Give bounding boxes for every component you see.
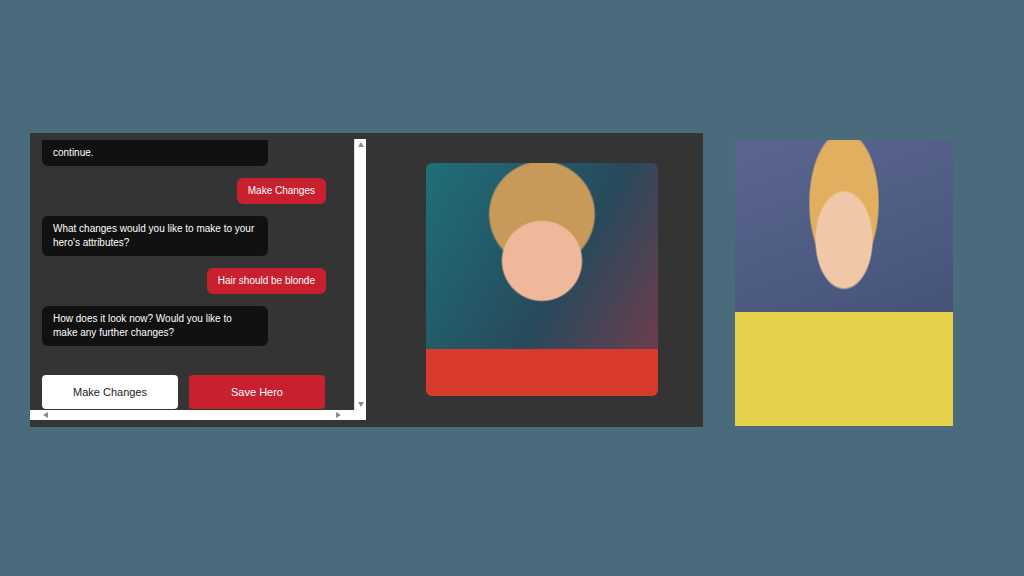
- bot-message: How does it look now? Would you like to …: [42, 306, 268, 346]
- bot-message: continue.: [42, 140, 268, 166]
- chat-log: continue. Make Changes What changes would …: [30, 139, 354, 410]
- horizontal-scrollbar[interactable]: [30, 410, 354, 420]
- chat-box: continue. Make Changes What changes would …: [30, 139, 366, 420]
- user-message: Hair should be blonde: [207, 268, 326, 294]
- make-changes-button[interactable]: Make Changes: [42, 375, 178, 409]
- action-buttons: Make Changes Save Hero: [42, 375, 326, 409]
- vertical-scrollbar[interactable]: [354, 139, 366, 410]
- reference-photo: [735, 140, 953, 426]
- scroll-right-icon[interactable]: [334, 411, 342, 419]
- bot-message: What changes would you like to make to y…: [42, 216, 268, 256]
- scroll-left-icon[interactable]: [42, 411, 50, 419]
- scroll-up-icon[interactable]: [357, 141, 365, 149]
- scroll-down-icon[interactable]: [357, 400, 365, 408]
- save-hero-button[interactable]: Save Hero: [189, 375, 325, 409]
- user-message: Make Changes: [237, 178, 326, 204]
- page: continue. Make Changes What changes would …: [0, 0, 1024, 576]
- hero-preview-image: [426, 163, 658, 396]
- hero-builder-panel: continue. Make Changes What changes would …: [30, 133, 703, 427]
